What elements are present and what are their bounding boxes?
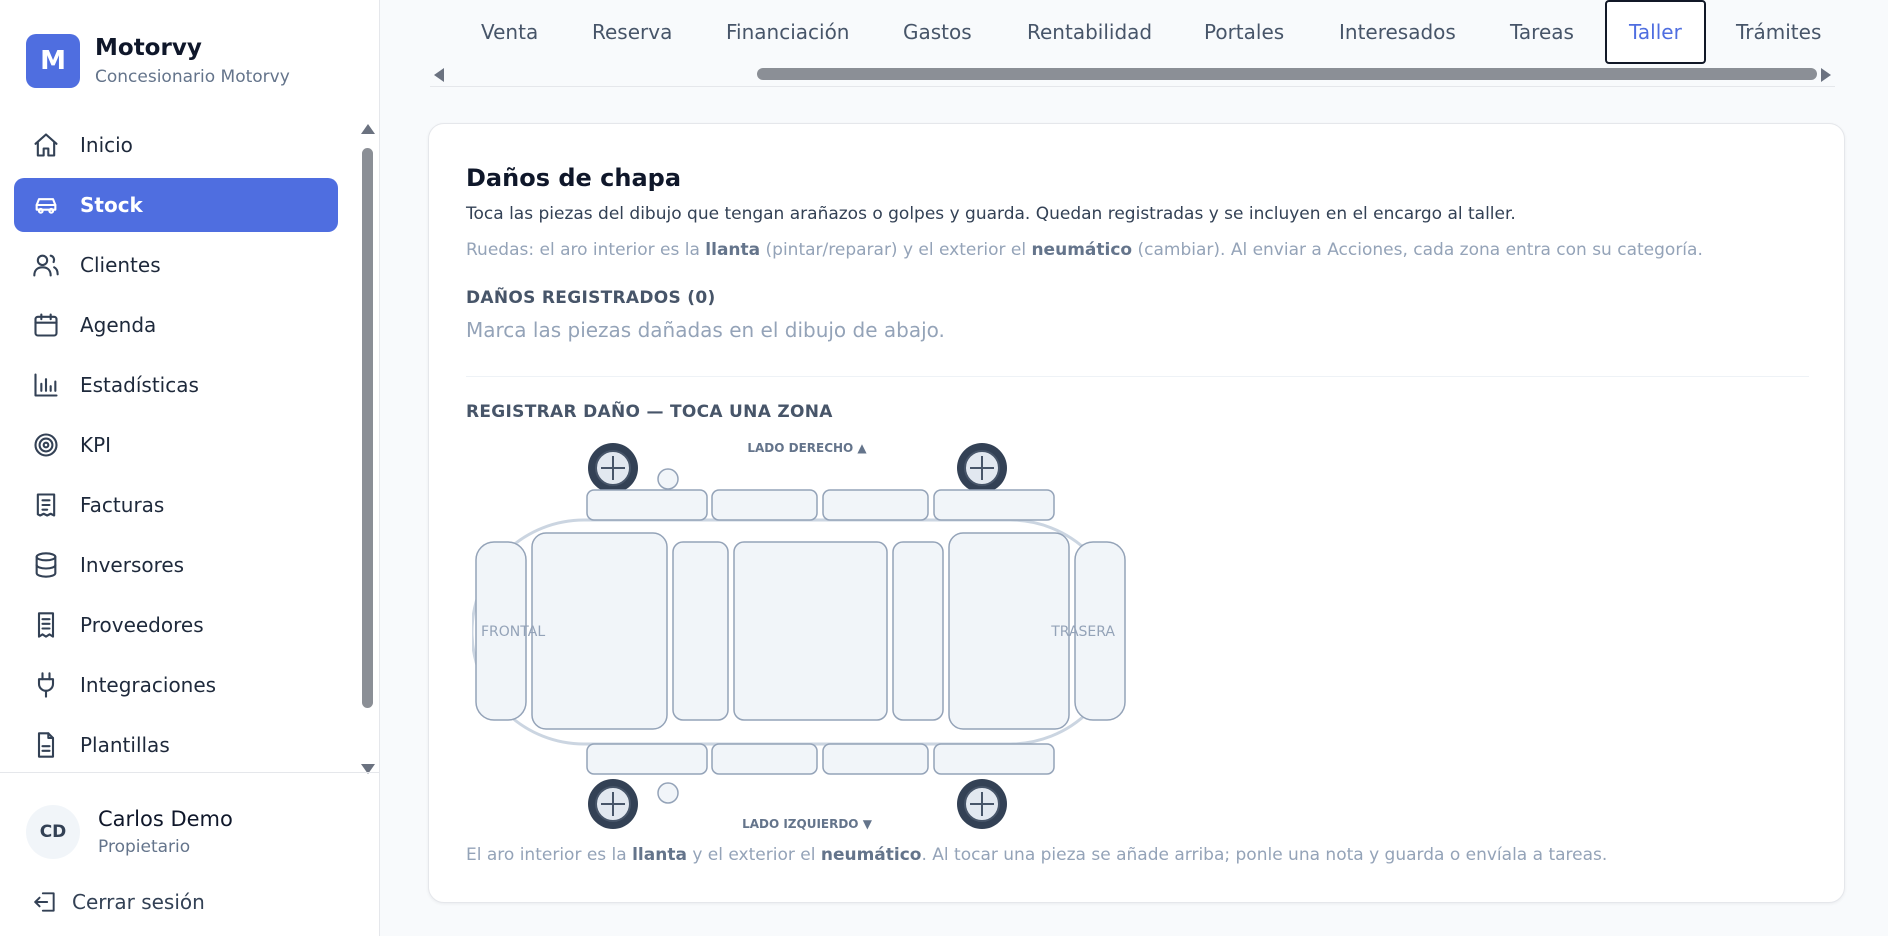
file-icon xyxy=(37,732,55,758)
rear-label: TRASERA xyxy=(1050,624,1115,640)
sidebar-item-label: Facturas xyxy=(80,493,165,517)
sidebar-item-label: KPI xyxy=(80,433,112,457)
avatar[interactable]: CD xyxy=(26,805,80,859)
sidebar-item-facturas[interactable]: Facturas xyxy=(14,478,338,532)
registered-damages-title: DAÑOS REGISTRADOS (0) xyxy=(466,288,716,308)
sidebar: M Motorvy Concesionario Motorvy Inicio S… xyxy=(0,0,380,936)
tab-venta[interactable]: Venta xyxy=(481,0,538,64)
target-icon xyxy=(34,433,58,457)
panel-right-front-fender[interactable] xyxy=(586,489,708,521)
scrollbar-thumb[interactable] xyxy=(757,68,1817,80)
brand[interactable]: M Motorvy Concesionario Motorvy xyxy=(26,34,290,88)
registered-damages-empty: Marca las piezas dañadas en el dibujo de… xyxy=(466,318,945,342)
calendar-icon xyxy=(34,313,58,337)
tab-reserva[interactable]: Reserva xyxy=(592,0,672,64)
front-label: FRONTAL xyxy=(481,624,545,640)
mirror-right[interactable] xyxy=(657,468,679,490)
sidebar-item-label: Proveedores xyxy=(80,613,204,637)
panel-left-rear-door[interactable] xyxy=(822,743,929,775)
tabs-divider xyxy=(430,86,1835,87)
sidebar-item-proveedores[interactable]: Proveedores xyxy=(14,598,338,652)
tab-gastos[interactable]: Gastos xyxy=(903,0,972,64)
tabs-scrollbar[interactable] xyxy=(430,64,1835,86)
brand-logo: M xyxy=(26,34,80,88)
sidebar-item-inicio[interactable]: Inicio xyxy=(14,118,338,172)
sidebar-item-label: Estadísticas xyxy=(80,373,199,397)
scroll-right-arrow-icon[interactable] xyxy=(1821,68,1831,82)
car-icon xyxy=(35,198,57,214)
home-icon xyxy=(34,133,58,157)
divider xyxy=(466,376,1809,377)
wheel-front-right[interactable] xyxy=(587,442,639,494)
tab-interesados[interactable]: Interesados xyxy=(1339,0,1456,64)
sidebar-item-integraciones[interactable]: Integraciones xyxy=(14,658,338,712)
sidebar-nav: Inicio Stock Clientes Agenda Estadística… xyxy=(14,118,338,778)
sidebar-item-clientes[interactable]: Clientes xyxy=(14,238,338,292)
brand-subtitle: Concesionario Motorvy xyxy=(95,67,290,87)
scrollbar-thumb[interactable] xyxy=(362,148,373,708)
sidebar-item-agenda[interactable]: Agenda xyxy=(14,298,338,352)
wheel-rear-right[interactable] xyxy=(956,442,1008,494)
users-icon xyxy=(33,254,59,277)
wheel-hint: Ruedas: el aro interior es la llanta (pi… xyxy=(466,240,1703,260)
plug-icon xyxy=(37,672,55,698)
invoice-icon xyxy=(36,493,56,517)
brand-name: Motorvy xyxy=(95,35,202,61)
tab-rentabilidad[interactable]: Rentabilidad xyxy=(1027,0,1152,64)
receipt-icon xyxy=(37,612,55,638)
right-side-label: LADO DERECHO ▲ xyxy=(747,441,867,455)
tab-tareas[interactable]: Tareas xyxy=(1510,0,1574,64)
footer-hint: El aro interior es la llanta y el exteri… xyxy=(466,845,1608,865)
sidebar-item-label: Agenda xyxy=(80,313,157,337)
wheel-front-left[interactable] xyxy=(587,778,639,830)
panel-right-rear-door[interactable] xyxy=(822,489,929,521)
sidebar-item-estadisticas[interactable]: Estadísticas xyxy=(14,358,338,412)
bar-chart-icon xyxy=(34,373,58,397)
user-block: CD Carlos Demo Propietario Cerrar sesión xyxy=(0,772,379,936)
register-damage-title: REGISTRAR DAÑO — TOCA UNA ZONA xyxy=(466,402,833,422)
sidebar-item-stock[interactable]: Stock xyxy=(14,178,338,232)
sidebar-item-label: Stock xyxy=(80,193,143,217)
wheel-rear-left[interactable] xyxy=(956,778,1008,830)
logout-button[interactable]: Cerrar sesión xyxy=(32,889,205,915)
card-title: Daños de chapa xyxy=(466,164,682,192)
sidebar-item-plantillas[interactable]: Plantillas xyxy=(14,718,338,772)
panel-right-front-door[interactable] xyxy=(711,489,818,521)
logout-icon xyxy=(34,892,55,912)
panel-hood[interactable] xyxy=(531,532,668,730)
database-icon xyxy=(35,552,57,578)
panel-roof[interactable] xyxy=(733,541,888,721)
car-damage-diagram: LADO DERECHO ▲ LADO IZQUIERDO ▼ FRONTAL … xyxy=(472,441,1126,831)
panel-left-front-door[interactable] xyxy=(711,743,818,775)
tab-tramites[interactable]: Trámites xyxy=(1736,0,1821,64)
tab-portales[interactable]: Portales xyxy=(1204,0,1284,64)
user-role: Propietario xyxy=(98,837,191,857)
user-name: Carlos Demo xyxy=(98,807,233,831)
logout-label: Cerrar sesión xyxy=(72,890,205,914)
panel-right-rear-fender[interactable] xyxy=(933,489,1055,521)
tab-financiacion[interactable]: Financiación xyxy=(726,0,850,64)
panel-left-rear-fender[interactable] xyxy=(933,743,1055,775)
tab-taller[interactable]: Taller xyxy=(1605,0,1706,64)
sidebar-item-label: Inicio xyxy=(80,133,133,157)
sidebar-item-inversores[interactable]: Inversores xyxy=(14,538,338,592)
tab-bar: Venta Reserva Financiación Gastos Rentab… xyxy=(380,0,1888,64)
card-description: Toca las piezas del dibujo que tengan ar… xyxy=(466,204,1516,224)
damage-card: Daños de chapa Toca las piezas del dibuj… xyxy=(428,123,1845,903)
sidebar-item-kpi[interactable]: KPI xyxy=(14,418,338,472)
sidebar-item-label: Inversores xyxy=(80,553,185,577)
scroll-up-arrow-icon[interactable] xyxy=(361,124,375,134)
panel-rear-window[interactable] xyxy=(892,541,944,721)
sidebar-item-label: Clientes xyxy=(80,253,161,277)
scroll-left-arrow-icon[interactable] xyxy=(434,68,444,82)
panel-left-front-fender[interactable] xyxy=(586,743,708,775)
sidebar-scrollbar[interactable] xyxy=(358,124,378,774)
left-side-label: LADO IZQUIERDO ▼ xyxy=(742,817,873,831)
panel-windshield[interactable] xyxy=(672,541,729,721)
sidebar-item-label: Plantillas xyxy=(80,733,170,757)
mirror-left[interactable] xyxy=(657,782,679,804)
sidebar-item-label: Integraciones xyxy=(80,673,217,697)
